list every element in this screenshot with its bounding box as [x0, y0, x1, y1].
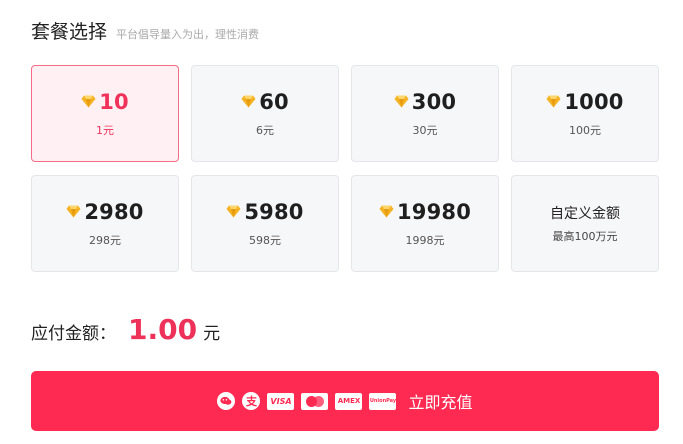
- package-price: 1998元: [405, 233, 445, 247]
- visa-icon: VISA: [267, 392, 295, 410]
- section-subtitle: 平台倡导量入为出，理性消费: [116, 28, 260, 41]
- diamond-coin-icon: [226, 205, 241, 218]
- package-amount: 1000: [564, 89, 624, 114]
- package-price: 598元: [249, 233, 281, 247]
- package-card-300[interactable]: 300 30元: [351, 65, 499, 162]
- package-price: 100元: [569, 123, 601, 137]
- package-price: 30元: [412, 123, 438, 137]
- package-amount: 19980: [396, 199, 472, 224]
- custom-amount-card[interactable]: 自定义金额 最高100万元: [511, 175, 659, 272]
- custom-amount-limit: 最高100万元: [552, 230, 618, 243]
- diamond-coin-icon: [394, 95, 409, 108]
- package-price: 6元: [256, 123, 274, 137]
- payable-amount: 1.00: [128, 313, 198, 346]
- package-card-60[interactable]: 60 6元: [191, 65, 339, 162]
- mastercard-icon: [301, 392, 329, 410]
- diamond-coin-icon: [379, 205, 394, 218]
- package-grid: 10 1元 60 6元 300 30元 1000 100元 2980 298元: [31, 65, 659, 272]
- diamond-coin-icon: [241, 95, 256, 108]
- diamond-coin-icon: [546, 95, 561, 108]
- diamond-coin-icon: [81, 95, 96, 108]
- payable-amount-row: 应付金额： 1.00 元: [31, 313, 220, 346]
- package-price: 298元: [89, 233, 121, 247]
- diamond-coin-icon: [66, 205, 81, 218]
- recharge-button-label: 立即充值: [408, 393, 473, 412]
- package-card-19980[interactable]: 19980 1998元: [351, 175, 499, 272]
- package-amount: 300: [411, 89, 457, 114]
- package-amount: 60: [259, 89, 289, 114]
- unionpay-icon: UnionPay: [369, 392, 397, 410]
- package-card-5980[interactable]: 5980 598元: [191, 175, 339, 272]
- amex-icon: AMEX: [335, 392, 363, 410]
- package-price: 1元: [96, 123, 114, 137]
- package-card-1000[interactable]: 1000 100元: [511, 65, 659, 162]
- payable-label: 应付金额：: [31, 324, 116, 344]
- package-amount: 10: [99, 89, 129, 114]
- wechat-pay-icon: [217, 392, 236, 410]
- custom-amount-title: 自定义金额: [550, 206, 620, 222]
- payable-unit: 元: [203, 324, 221, 344]
- package-card-2980[interactable]: 2980 298元: [31, 175, 179, 272]
- section-title: 套餐选择: [31, 21, 108, 43]
- package-card-10[interactable]: 10 1元: [31, 65, 179, 162]
- section-header: 套餐选择 平台倡导量入为出，理性消费: [31, 17, 259, 44]
- alipay-icon: 支: [242, 392, 261, 410]
- package-amount: 2980: [84, 199, 144, 224]
- package-amount: 5980: [244, 199, 304, 224]
- recharge-button[interactable]: 支 VISA AMEX UnionPay 立即充值: [31, 371, 659, 431]
